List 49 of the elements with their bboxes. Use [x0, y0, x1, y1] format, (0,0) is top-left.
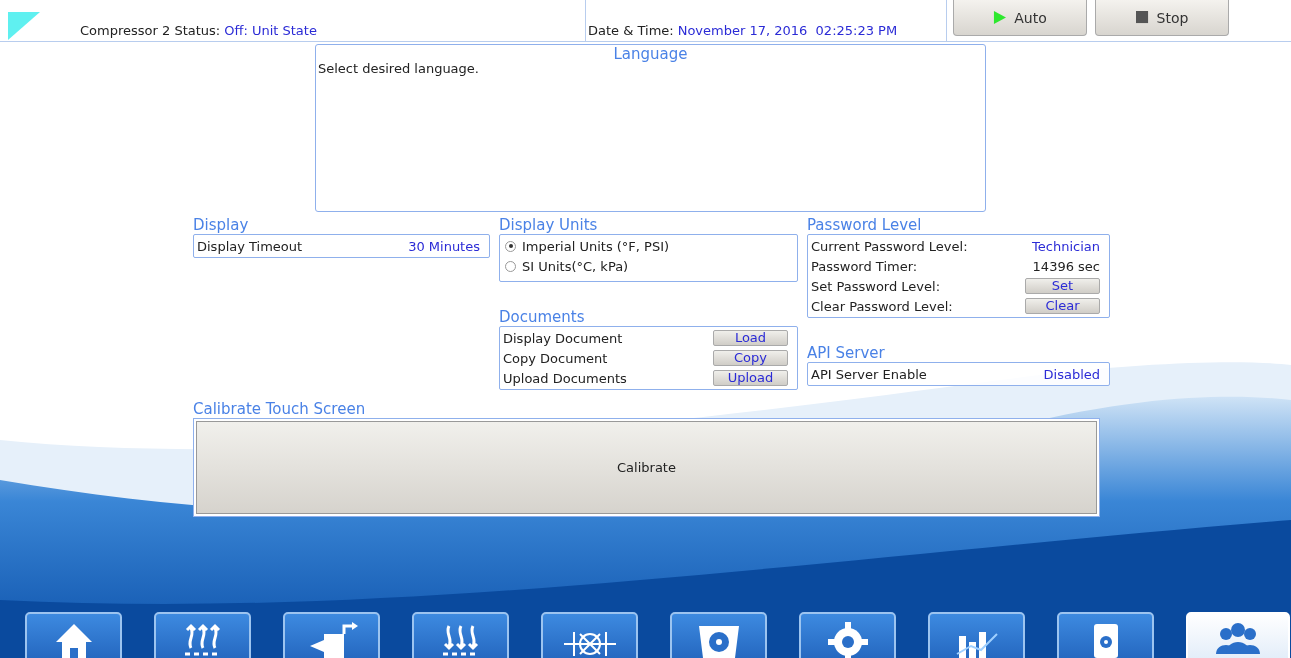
action-button[interactable]: Load — [713, 330, 788, 346]
stop-icon — [1135, 11, 1149, 24]
setting-label: Copy Document — [503, 350, 608, 366]
setting-label: Display Timeout — [197, 238, 303, 254]
stop-button[interactable]: Stop — [1095, 0, 1229, 36]
action-button[interactable]: Clear — [1025, 298, 1100, 314]
setting-value: 14396 sec — [1032, 258, 1100, 274]
setting-label: Set Password Level: — [811, 278, 941, 294]
nav-tab[interactable] — [928, 612, 1025, 658]
section-title: Language — [612, 45, 689, 63]
status-label: Compressor 2 Status: — [80, 23, 221, 38]
section-title: Calibrate Touch Screen — [193, 400, 367, 418]
nav-tab[interactable] — [412, 612, 509, 658]
section-title: Documents — [499, 308, 586, 326]
nav-tab[interactable] — [25, 612, 122, 658]
action-button[interactable]: Copy — [713, 350, 788, 366]
setting-value[interactable]: 30 Minutes — [408, 238, 480, 254]
setting-value[interactable]: Disabled — [1043, 366, 1100, 382]
language-prompt: Select desired language. — [317, 61, 480, 76]
nav-tab[interactable] — [1057, 612, 1154, 658]
setting-label: Upload Documents — [503, 370, 627, 386]
setting-label: Clear Password Level: — [811, 298, 953, 314]
section-title: Display Units — [499, 216, 599, 234]
calibrate-button[interactable]: Calibrate — [196, 421, 1097, 514]
datetime-value: November 17, 2016 02:25:23 PM — [677, 23, 898, 38]
radio-button[interactable] — [505, 240, 516, 252]
action-button[interactable]: Upload — [713, 370, 788, 386]
section-title: Display — [193, 216, 250, 234]
setting-label: API Server Enable — [811, 366, 927, 382]
auto-button[interactable]: Auto — [953, 0, 1087, 36]
radio-label: SI Units(°C, kPa) — [522, 258, 629, 274]
nav-tab[interactable] — [283, 612, 380, 658]
action-button[interactable]: Set — [1025, 278, 1100, 294]
nav-tab[interactable] — [670, 612, 767, 658]
setting-label: Display Document — [503, 330, 623, 346]
nav-tab[interactable] — [154, 612, 251, 658]
radio-label: Imperial Units (°F, PSI) — [522, 238, 670, 254]
nav-tab[interactable] — [541, 612, 638, 658]
setting-value: Technician — [1032, 238, 1100, 254]
status-value: Off: Unit State — [224, 23, 317, 38]
datetime-label: Date & Time: — [588, 23, 674, 38]
radio-button[interactable] — [505, 260, 516, 272]
play-icon — [993, 11, 1007, 24]
corner-icon — [8, 12, 40, 40]
section-title: Password Level — [807, 216, 923, 234]
section-title: API Server — [807, 344, 886, 362]
setting-label: Password Timer: — [811, 258, 918, 274]
setting-label: Current Password Level: — [811, 238, 968, 254]
nav-tab[interactable] — [799, 612, 896, 658]
